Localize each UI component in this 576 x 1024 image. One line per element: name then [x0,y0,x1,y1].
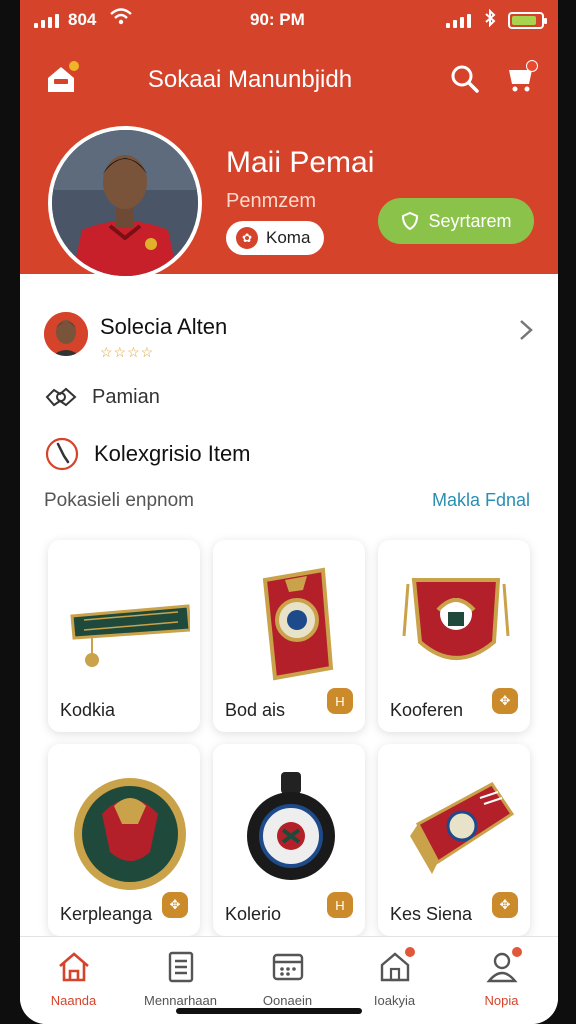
tab-home[interactable]: Naanda [20,949,127,1008]
tab-store-label: Ioakyia [373,993,416,1008]
calendar-icon [272,953,303,981]
shield-icon [402,211,419,231]
team-chip-label: Koma [266,228,311,247]
tab-calendar[interactable]: Oonaein [234,949,341,1008]
item-badge: ✥ [492,892,518,918]
app-bar: Sokaai Manunbjidh [20,58,558,104]
item-card[interactable]: Kodkia [48,540,200,732]
box-badge-image [410,782,515,874]
item-card[interactable]: Kolerio H [213,744,365,936]
team-chip[interactable]: ✿ Koma [226,221,325,255]
item-label: Kes Siena [390,904,473,924]
rating-stars: ☆☆☆☆ [100,344,155,360]
item-label: Bod ais [225,700,286,720]
wifi-icon [110,8,132,31]
tab-list-label: Mennarhaan [144,993,217,1008]
seller-avatar [44,312,88,356]
tab-profile-label: Nopia [484,993,519,1008]
search-icon [451,65,479,93]
item-badge: ✥ [162,892,188,918]
menu-row-collection[interactable]: Kolexgrisio Item [44,434,251,474]
see-all-link[interactable]: Makla Fdnal [432,490,530,511]
status-bar: 804 90: PM [20,8,558,34]
bluetooth-icon [484,8,496,32]
battery-icon [508,12,547,29]
follow-button-label: Seyrtarem [428,210,512,231]
pin-badge-image [70,604,190,667]
item-label: Kooferen [390,700,464,720]
item-card[interactable]: Kes Siena ✥ [378,744,530,936]
seller-name: Solecia Alten [100,314,228,339]
item-card[interactable]: Kerpleanga ✥ [48,744,200,936]
flask-badge-image [247,772,335,880]
compass-icon [45,437,79,471]
item-label: Kerpleanga [60,904,153,924]
item-card[interactable]: Bod ais H [213,540,365,732]
menu-row-pamian[interactable]: Pamian [44,380,160,414]
menu-row-collection-label: Kolexgrisio Item [94,441,251,466]
menu-row-pamian-label: Pamian [92,385,160,408]
handshake-icon [45,387,77,407]
badge-icon: ✿ [236,227,258,249]
document-icon [168,951,193,983]
signal-icon-right [446,14,471,28]
home-icon [58,952,89,982]
cart-badge [526,60,538,72]
status-time: 90: PM [250,10,305,29]
profile-subtitle: Penmzem [226,190,317,212]
shield-badge-image [402,578,510,660]
notification-dot [68,60,80,72]
follow-button[interactable]: Seyrtarem [378,198,534,244]
tab-profile-badge [509,945,524,959]
chevron-right-icon [518,318,534,349]
tab-store-badge [402,945,417,959]
app-title: Sokaai Manunbjidh [147,66,353,93]
section-header: Pokasieli enpnom Makla Fdnal [44,490,530,516]
item-label: Kolerio [225,904,282,924]
belt-badge-image [262,567,334,681]
item-label: Kodkia [60,700,116,720]
tab-list[interactable]: Mennarhaan [127,949,234,1008]
item-badge: H [327,688,353,714]
seller-row[interactable]: Solecia Alten ☆☆☆☆ [44,310,534,362]
player-photo [52,130,198,276]
item-badge: H [327,892,353,918]
search-button[interactable] [448,62,482,96]
item-badge: ✥ [492,688,518,714]
tab-store[interactable]: Ioakyia [341,945,448,1008]
profile-avatar[interactable] [48,126,202,280]
section-label: Pokasieli enpnom [44,490,194,511]
tab-calendar-label: Oonaein [262,993,313,1008]
carrier-text: 804 [68,10,97,29]
tab-home-label: Naanda [50,993,97,1008]
home-button[interactable] [44,60,80,96]
medal-image [74,778,186,890]
tab-profile[interactable]: Nopia [448,945,555,1008]
phone-screen: 804 90: PM Sokaai Manunbjidh Maii Pemai … [20,0,558,1024]
home-indicator[interactable] [176,1008,362,1014]
signal-icon [34,14,59,28]
profile-name: Maii Pemai [226,146,375,179]
cart-button[interactable] [504,60,538,96]
item-card[interactable]: Kooferen ✥ [378,540,530,732]
